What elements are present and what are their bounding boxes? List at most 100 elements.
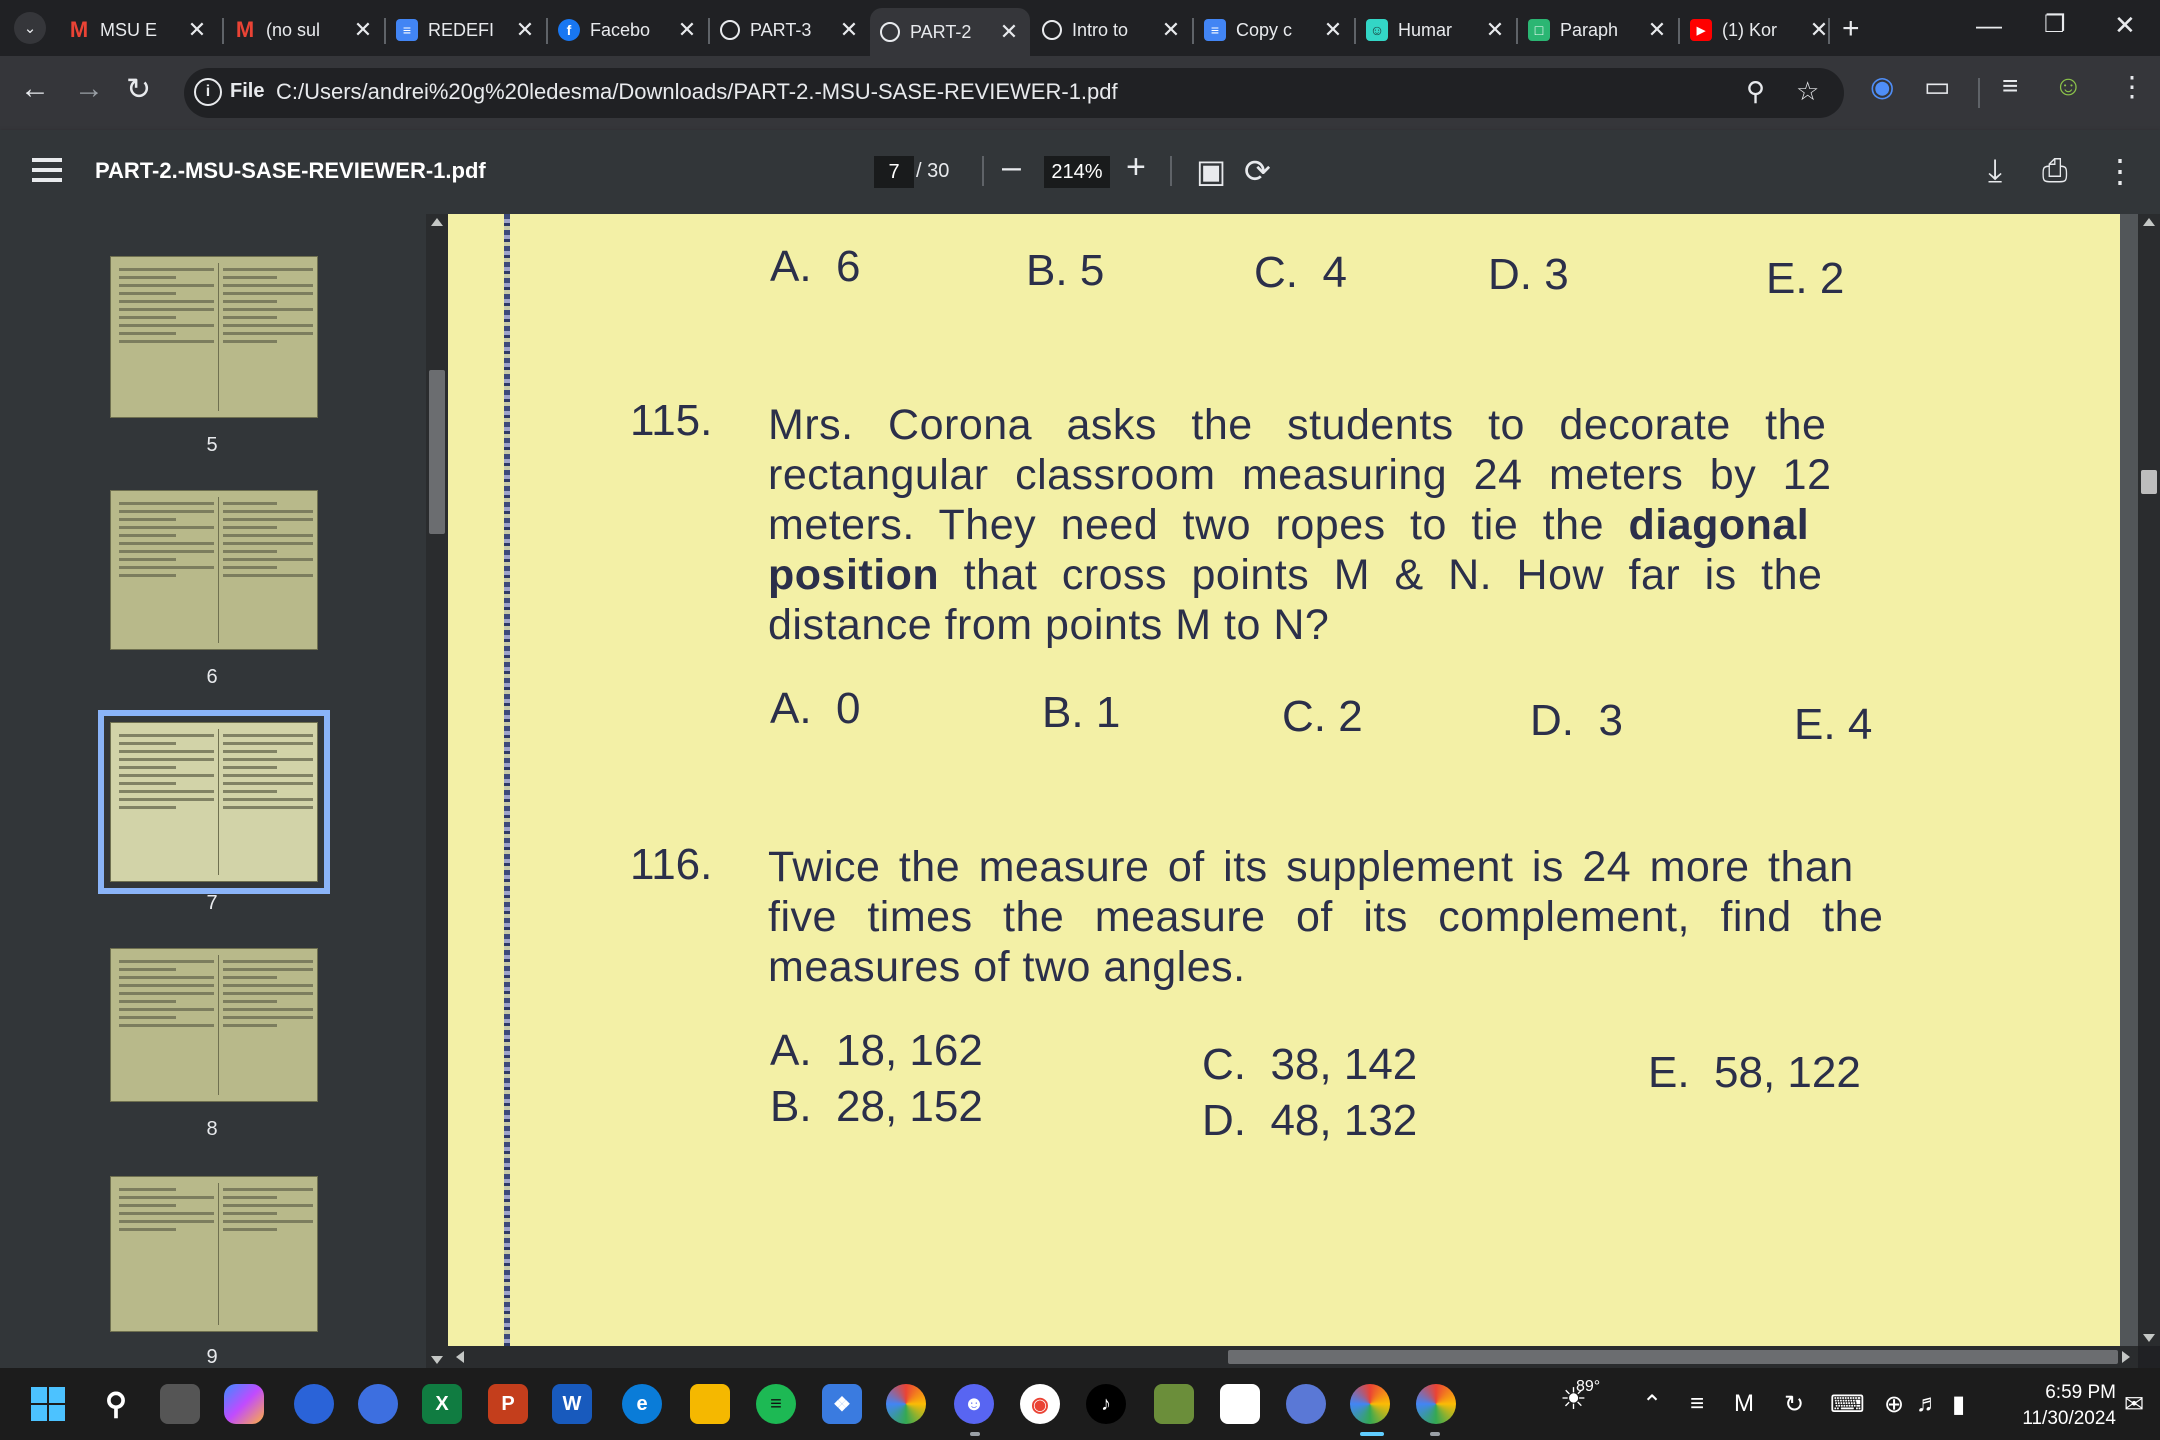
notifications-icon[interactable]: ✉ bbox=[2124, 1390, 2144, 1419]
address-bar[interactable]: i File C:/Users/andrei%20g%20ledesma/Dow… bbox=[184, 68, 1844, 118]
extension-icon[interactable]: ◉ bbox=[1870, 70, 1894, 103]
sidebar-scrollbar[interactable] bbox=[426, 214, 448, 1368]
close-tab-icon[interactable]: ✕ bbox=[514, 17, 536, 43]
close-tab-icon[interactable]: ✕ bbox=[1322, 17, 1344, 43]
page-number-input[interactable]: 7 bbox=[874, 156, 914, 188]
weather-temp[interactable]: 89° bbox=[1576, 1378, 1600, 1396]
print-icon[interactable]: ⎙ bbox=[2042, 152, 2068, 190]
reload-icon[interactable]: ↻ bbox=[126, 72, 151, 107]
forward-icon[interactable]: → bbox=[74, 72, 104, 106]
battery-icon[interactable]: ▮ bbox=[1952, 1390, 1965, 1419]
thumbnail-page-9[interactable] bbox=[110, 1176, 318, 1332]
download-icon[interactable]: ⤓ bbox=[1988, 152, 2002, 190]
excel-icon[interactable]: X bbox=[422, 1384, 462, 1424]
browser-menu-icon[interactable]: ⋮ bbox=[2118, 70, 2146, 103]
thumbnail-page-7-selected[interactable] bbox=[98, 710, 330, 894]
zoom-out-button[interactable]: – bbox=[1002, 148, 1021, 187]
file-explorer-icon[interactable] bbox=[690, 1384, 730, 1424]
color-app-icon[interactable] bbox=[886, 1384, 926, 1424]
volume-icon[interactable]: ♬ bbox=[1916, 1390, 1940, 1418]
close-window-icon[interactable]: ✕ bbox=[2114, 10, 2136, 41]
powerpoint-icon[interactable]: P bbox=[488, 1384, 528, 1424]
app-window-icon[interactable] bbox=[1220, 1384, 1260, 1424]
url-text[interactable]: C:/Users/andrei%20g%20ledesma/Downloads/… bbox=[276, 79, 1118, 105]
tab-part-3[interactable]: PART-3 ✕ bbox=[710, 8, 870, 52]
spotify-icon[interactable]: ≡ bbox=[756, 1384, 796, 1424]
rotate-icon[interactable]: ⟳ bbox=[1244, 152, 1271, 190]
sidebar-scroll-thumb[interactable] bbox=[429, 370, 445, 534]
thumbnail-page-6[interactable] bbox=[110, 490, 318, 650]
reading-list-icon[interactable]: ≡ bbox=[2002, 70, 2018, 102]
site-info-icon[interactable]: i bbox=[194, 78, 222, 106]
app-circle-icon-3[interactable] bbox=[1286, 1384, 1326, 1424]
discord-icon[interactable]: ☻ bbox=[954, 1384, 994, 1424]
document-vertical-scrollbar[interactable] bbox=[2138, 214, 2160, 1346]
more-actions-icon[interactable]: ⋮ bbox=[2104, 152, 2136, 190]
restore-icon[interactable]: ❐ bbox=[2044, 10, 2066, 39]
zoom-icon[interactable]: ⚲ bbox=[1746, 76, 1765, 107]
thumbnail-page-5[interactable] bbox=[110, 256, 318, 418]
tab-youtube[interactable]: ▶ (1) Kor ✕ bbox=[1680, 8, 1840, 52]
app-circle-icon-2[interactable] bbox=[358, 1384, 398, 1424]
bookmark-star-icon[interactable]: ☆ bbox=[1796, 76, 1819, 107]
tab-copy-of[interactable]: ≡ Copy c ✕ bbox=[1194, 8, 1354, 52]
task-view-icon[interactable] bbox=[160, 1384, 200, 1424]
close-tab-icon[interactable]: ✕ bbox=[1646, 17, 1668, 43]
tab-paraphrase[interactable]: □ Paraph ✕ bbox=[1518, 8, 1678, 52]
edge-icon[interactable]: e bbox=[622, 1384, 662, 1424]
windows-start-icon[interactable] bbox=[28, 1384, 68, 1424]
horizontal-scroll-thumb[interactable] bbox=[1228, 1350, 2118, 1364]
close-tab-icon[interactable]: ✕ bbox=[998, 19, 1020, 45]
tab-redefine[interactable]: ≡ REDEFI ✕ bbox=[386, 8, 546, 52]
system-clock[interactable]: 6:59 PM 11/30/2024 bbox=[2000, 1380, 2116, 1432]
thumbnail-page-8[interactable] bbox=[110, 948, 318, 1102]
tab-facebook[interactable]: f Facebo ✕ bbox=[548, 8, 708, 52]
tab-humanizer[interactable]: ☺ Humar ✕ bbox=[1356, 8, 1516, 52]
minimize-icon[interactable]: — bbox=[1976, 10, 2002, 41]
scroll-down-arrow-icon[interactable] bbox=[2143, 1334, 2155, 1342]
tab-msu-email[interactable]: M MSU E ✕ bbox=[58, 8, 218, 52]
app-icon-blue[interactable]: ❖ bbox=[822, 1384, 862, 1424]
zoom-in-button[interactable]: + bbox=[1126, 148, 1146, 187]
close-tab-icon[interactable]: ✕ bbox=[1808, 17, 1830, 43]
scroll-up-arrow-icon[interactable] bbox=[431, 218, 443, 226]
chrome-profile-icon[interactable] bbox=[1416, 1384, 1456, 1424]
fit-page-icon[interactable]: ▣ bbox=[1196, 152, 1226, 190]
extensions-puzzle-icon[interactable]: ▭ bbox=[1924, 70, 1950, 103]
tab-part-2-active[interactable]: PART-2 ✕ bbox=[870, 8, 1030, 56]
scroll-right-arrow-icon[interactable] bbox=[2122, 1351, 2130, 1363]
tray-app-icon-2[interactable]: M bbox=[1734, 1390, 1754, 1418]
chrome-alt-icon[interactable]: ◉ bbox=[1020, 1384, 1060, 1424]
close-tab-icon[interactable]: ✕ bbox=[676, 17, 698, 43]
profile-avatar-icon[interactable]: ☺ bbox=[2054, 70, 2083, 102]
close-tab-icon[interactable]: ✕ bbox=[1484, 17, 1506, 43]
close-tab-icon[interactable]: ✕ bbox=[186, 17, 208, 43]
copilot-icon[interactable] bbox=[224, 1384, 264, 1424]
minecraft-icon[interactable] bbox=[1154, 1384, 1194, 1424]
tab-intro[interactable]: Intro to ✕ bbox=[1032, 8, 1192, 52]
zoom-level-input[interactable]: 214% bbox=[1044, 156, 1110, 188]
close-tab-icon[interactable]: ✕ bbox=[352, 17, 374, 43]
tray-sync-icon[interactable]: ↻ bbox=[1784, 1390, 1804, 1419]
scroll-down-arrow-icon[interactable] bbox=[431, 1356, 443, 1364]
document-viewport[interactable]: A. 6 B. 5 C. 4 D. 3 E. 2 115. Mrs. Coron… bbox=[448, 214, 2138, 1346]
chrome-icon[interactable] bbox=[1350, 1384, 1390, 1424]
scroll-left-arrow-icon[interactable] bbox=[456, 1351, 464, 1363]
tiktok-icon[interactable]: ♪ bbox=[1086, 1384, 1126, 1424]
scroll-up-arrow-icon[interactable] bbox=[2143, 218, 2155, 226]
word-icon[interactable]: W bbox=[552, 1384, 592, 1424]
document-horizontal-scrollbar[interactable] bbox=[448, 1346, 2138, 1368]
new-tab-button[interactable]: + bbox=[1842, 12, 1860, 46]
show-hidden-icons[interactable]: ⌃ bbox=[1642, 1390, 1662, 1419]
close-tab-icon[interactable]: ✕ bbox=[838, 17, 860, 43]
back-icon[interactable]: ← bbox=[20, 72, 50, 106]
search-icon[interactable]: ⚲ bbox=[96, 1384, 136, 1424]
document-scroll-thumb[interactable] bbox=[2141, 470, 2157, 494]
wifi-icon[interactable]: ⊕ bbox=[1884, 1390, 1904, 1419]
tab-no-subject[interactable]: M (no sul ✕ bbox=[224, 8, 384, 52]
sidebar-menu-icon[interactable] bbox=[32, 158, 62, 182]
close-tab-icon[interactable]: ✕ bbox=[1160, 17, 1182, 43]
app-circle-icon[interactable] bbox=[294, 1384, 334, 1424]
tray-app-icon[interactable]: ≡ bbox=[1690, 1390, 1704, 1418]
keyboard-icon[interactable]: ⌨ bbox=[1830, 1390, 1865, 1419]
